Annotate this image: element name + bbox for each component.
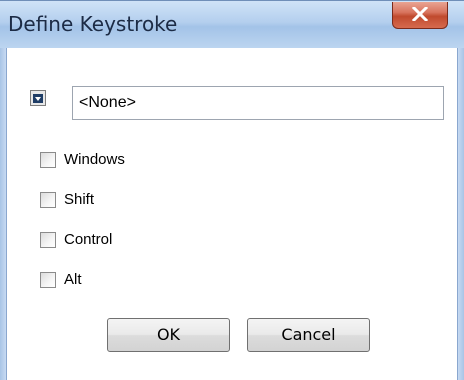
modifier-alt-checkbox[interactable] [40, 272, 56, 288]
ok-button[interactable]: OK [107, 318, 230, 352]
window-title: Define Keystroke [8, 12, 178, 36]
define-keystroke-dialog: Define Keystroke <None> Windows Shift Co… [0, 0, 464, 380]
cancel-button[interactable]: Cancel [247, 318, 370, 352]
modifier-windows-label: Windows [64, 151, 125, 168]
modifier-control-checkbox[interactable] [40, 232, 56, 248]
modifier-shift-label: Shift [64, 191, 95, 208]
title-bar[interactable]: Define Keystroke [0, 0, 464, 48]
dropdown-toggle-icon [33, 94, 43, 103]
window-frame-left [0, 48, 7, 380]
keystroke-value: <None> [79, 94, 136, 111]
close-button[interactable] [392, 2, 448, 29]
close-x-icon [412, 7, 428, 21]
window-frame-right [457, 48, 464, 380]
modifier-shift-checkbox[interactable] [40, 192, 56, 208]
keystroke-toggle-button[interactable] [30, 90, 46, 106]
modifier-alt-label: Alt [64, 271, 82, 288]
modifier-windows-checkbox[interactable] [40, 152, 56, 168]
keystroke-field[interactable]: <None> [72, 86, 444, 120]
modifier-control-label: Control [64, 231, 113, 248]
